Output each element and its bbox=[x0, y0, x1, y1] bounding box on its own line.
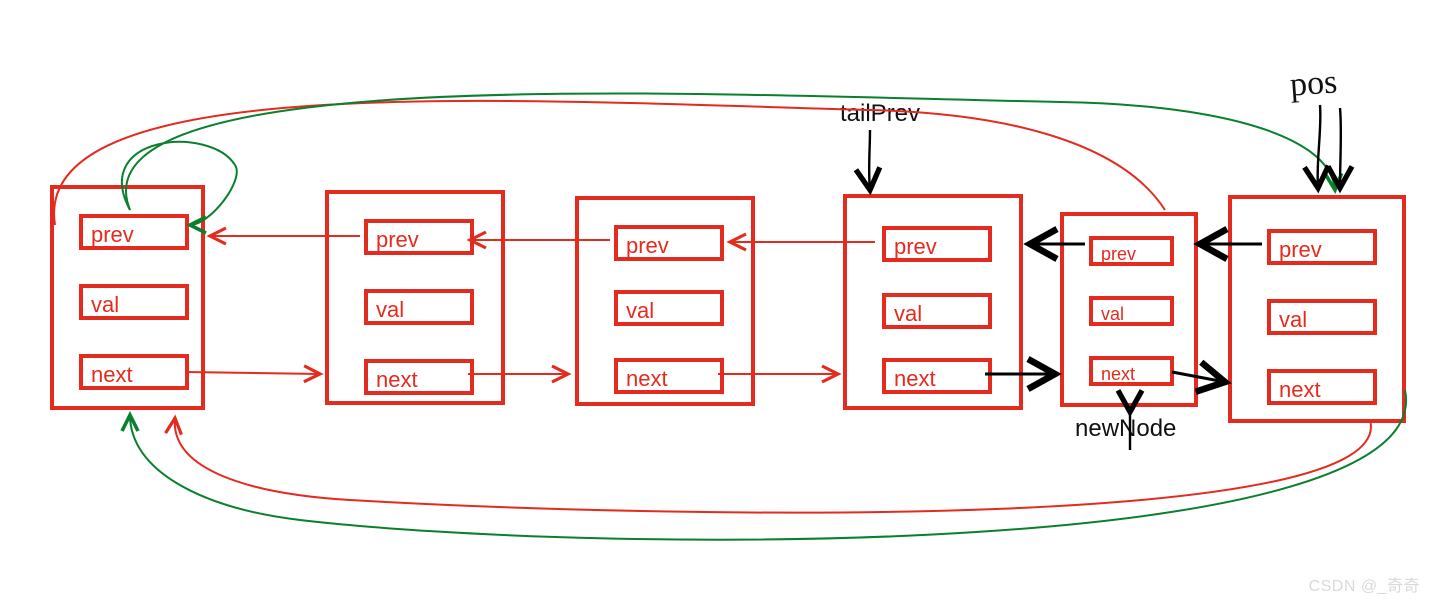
node-5-prev: prev bbox=[1089, 236, 1174, 266]
label-newnode: newNode bbox=[1075, 415, 1176, 443]
node-5-newnode: prev val next bbox=[1060, 212, 1198, 407]
node-4-prev: prev bbox=[882, 226, 992, 262]
node-5-next: next bbox=[1089, 356, 1174, 386]
node-4-tailprev: prev val next bbox=[843, 194, 1023, 410]
node-5-val: val bbox=[1089, 296, 1174, 326]
node-2: prev val next bbox=[325, 190, 505, 405]
node-1-val: val bbox=[79, 284, 189, 320]
node-2-val: val bbox=[364, 289, 474, 325]
node-1-prev: prev bbox=[79, 214, 189, 250]
node-4-next: next bbox=[882, 358, 992, 394]
node-6-next: next bbox=[1267, 369, 1377, 405]
watermark: CSDN @_奇奇 bbox=[1309, 572, 1420, 596]
node-3: prev val next bbox=[575, 196, 755, 406]
node-4-val: val bbox=[882, 293, 992, 329]
label-pos: pos bbox=[1289, 63, 1339, 104]
node-1: prev val next bbox=[50, 185, 205, 410]
node-6-pos: prev val next bbox=[1228, 195, 1406, 423]
node-2-next: next bbox=[364, 359, 474, 395]
label-tailprev: tailPrev bbox=[840, 100, 920, 128]
node-6-val: val bbox=[1267, 299, 1377, 335]
node-1-next: next bbox=[79, 354, 189, 390]
node-6-prev: prev bbox=[1267, 229, 1377, 265]
node-3-val: val bbox=[614, 290, 724, 326]
node-2-prev: prev bbox=[364, 219, 474, 255]
node-3-prev: prev bbox=[614, 225, 724, 261]
node-3-next: next bbox=[614, 358, 724, 394]
